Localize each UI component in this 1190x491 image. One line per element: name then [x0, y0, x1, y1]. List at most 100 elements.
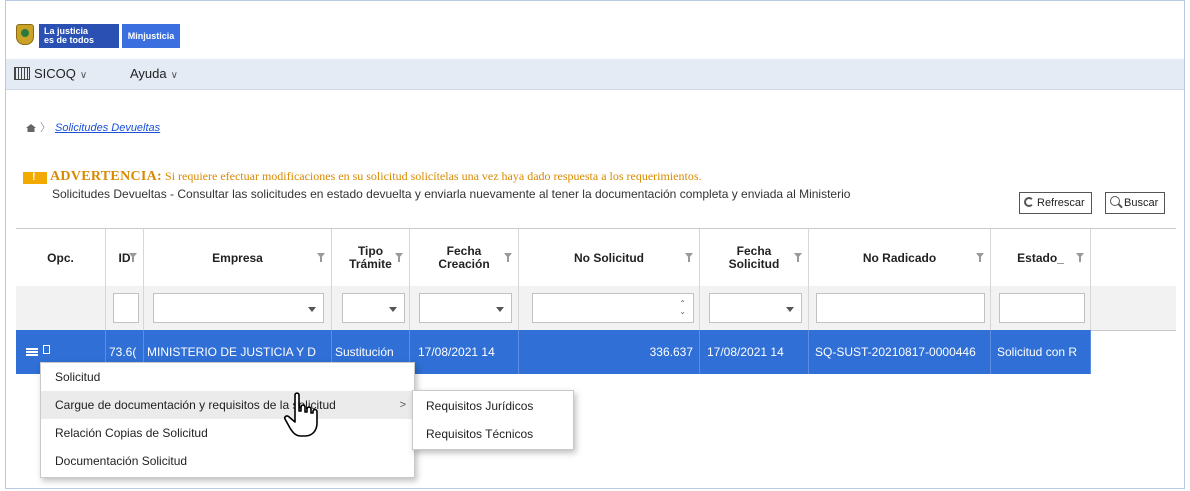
submenu-arrow-icon: > — [399, 399, 406, 411]
context-item-documentacion[interactable]: Documentación Solicitud — [41, 447, 414, 475]
chevron-down-icon: ∨ — [79, 70, 88, 81]
filter-icon[interactable] — [395, 253, 403, 262]
column-header-estado[interactable]: Estado_ — [991, 229, 1091, 287]
search-button[interactable]: Buscar — [1105, 192, 1166, 214]
id-filter-input[interactable] — [113, 293, 139, 323]
column-label: No Radicado — [862, 250, 937, 265]
filter-icon[interactable] — [504, 253, 512, 262]
search-icon — [1110, 196, 1120, 207]
filter-cell — [700, 286, 809, 330]
dropdown-arrow-icon — [496, 307, 504, 312]
empresa-filter-select[interactable] — [153, 293, 324, 323]
menu-bar: SICOQ ∨ Ayuda ∨ — [6, 59, 1184, 90]
column-header-fecha-solicitud[interactable]: Fecha Solicitud — [700, 229, 809, 287]
menu-sicoq[interactable]: SICOQ ∨ — [14, 59, 87, 89]
column-header-no-solicitud[interactable]: No Solicitud — [519, 229, 700, 287]
cell-no-radicado: SQ-SUST-20210817-0000446 — [809, 330, 991, 374]
column-header-fecha-creacion[interactable]: Fecha Creación — [410, 229, 519, 287]
menu-icon[interactable] — [26, 348, 38, 350]
submenu-item-requisitos-tecnicos[interactable]: Requisitos Técnicos — [413, 420, 573, 448]
context-submenu: Requisitos Jurídicos Requisitos Técnicos — [412, 390, 574, 450]
app-grid-icon — [14, 67, 30, 81]
tipo-filter-select[interactable] — [342, 293, 405, 323]
breadcrumb: 〉 Solicitudes Devueltas — [26, 119, 160, 135]
column-label: Empresa — [212, 250, 263, 265]
fecha-creacion-filter-select[interactable] — [419, 293, 512, 323]
filter-cell — [16, 286, 106, 330]
cell-fecha-creacion: 17/08/2021 14 — [410, 330, 519, 374]
column-header-no-radicado[interactable]: No Radicado — [809, 229, 991, 287]
menu-ayuda-label: Ayuda — [130, 66, 167, 81]
breadcrumb-current-link[interactable]: Solicitudes Devueltas — [55, 122, 160, 134]
top-header: La justicia es de todos Minjusticia — [6, 1, 1184, 60]
document-icon[interactable] — [43, 345, 50, 354]
filter-icon[interactable] — [976, 253, 984, 262]
filter-cell — [410, 286, 519, 330]
filter-cell — [106, 286, 144, 330]
submenu-item-requisitos-juridicos[interactable]: Requisitos Jurídicos — [413, 392, 573, 420]
refresh-button[interactable]: Refrescar — [1019, 192, 1092, 214]
filter-cell: ⌃ ⌄ — [519, 286, 700, 330]
context-item-solicitud[interactable]: Solicitud — [41, 363, 414, 391]
column-header-tipo[interactable]: Tipo Trámite — [332, 229, 410, 287]
menu-ayuda[interactable]: Ayuda ∨ — [130, 59, 178, 89]
minjusticia-logo: Minjusticia — [122, 24, 180, 48]
filter-icon[interactable] — [129, 253, 137, 262]
cell-estado: Solicitud con R — [991, 330, 1091, 374]
filter-cell — [991, 286, 1091, 330]
filter-row: ⌃ ⌄ — [16, 286, 1176, 331]
filter-cell — [332, 286, 410, 330]
coat-of-arms-logo — [16, 24, 34, 45]
grid-header: Opc. ID Empresa Tipo Trámite Fecha Creació… — [16, 228, 1176, 288]
context-item-label: Solicitud — [55, 370, 101, 384]
filter-cell — [809, 286, 991, 330]
dropdown-arrow-icon — [389, 307, 397, 312]
filter-icon[interactable] — [317, 253, 325, 262]
column-header-empresa[interactable]: Empresa — [144, 229, 332, 287]
column-header-opc[interactable]: Opc. — [16, 229, 106, 287]
hand-cursor-icon — [283, 392, 318, 437]
refresh-label: Refrescar — [1037, 197, 1085, 209]
refresh-icon — [1024, 197, 1034, 208]
estado-filter-input[interactable] — [999, 293, 1085, 323]
column-label: No Solicitud — [574, 250, 644, 265]
dropdown-arrow-icon — [308, 307, 316, 312]
context-item-label: Relación Copias de Solicitud — [55, 426, 208, 440]
home-icon[interactable] — [26, 124, 36, 132]
spinner-icon[interactable]: ⌃ ⌄ — [679, 300, 686, 316]
page-description: Solicitudes Devueltas - Consultar las so… — [52, 187, 851, 201]
logo-line2: es de todos — [44, 35, 95, 45]
chevron-down-icon: ∨ — [170, 70, 178, 81]
menu-sicoq-label: SICOQ — [34, 66, 76, 81]
row-context-menu: Solicitud Cargue de documentación y requ… — [40, 362, 415, 478]
filter-cell — [144, 286, 332, 330]
submenu-item-label: Requisitos Técnicos — [426, 427, 534, 441]
la-justicia-logo: La justicia es de todos — [39, 24, 119, 48]
search-label: Buscar — [1124, 197, 1159, 209]
context-item-cargue-documentacion[interactable]: Cargue de documentación y requisitos de … — [41, 391, 414, 419]
warning-text: Si requiere efectuar modificaciones en s… — [165, 169, 702, 183]
column-label: Fecha Solicitud — [728, 244, 780, 271]
warning-title: ADVERTENCIA: — [50, 169, 163, 184]
column-label: Fecha Creación — [438, 244, 490, 271]
context-item-relacion-copias[interactable]: Relación Copias de Solicitud — [41, 419, 414, 447]
cell-fecha-solicitud: 17/08/2021 14 — [700, 330, 809, 374]
column-label: Opc. — [47, 250, 74, 265]
warning-icon — [23, 172, 47, 184]
filter-icon[interactable] — [1076, 253, 1084, 262]
requests-grid: Opc. ID Empresa Tipo Trámite Fecha Creació… — [16, 228, 1176, 374]
no-solicitud-filter-input[interactable]: ⌃ ⌄ — [532, 293, 694, 323]
no-radicado-filter-input[interactable] — [816, 293, 985, 323]
breadcrumb-separator: 〉 — [40, 122, 51, 134]
submenu-item-label: Requisitos Jurídicos — [426, 399, 534, 413]
column-label: Tipo Trámite — [349, 244, 392, 271]
column-header-id[interactable]: ID — [106, 229, 144, 287]
filter-icon[interactable] — [685, 253, 693, 262]
column-label: Estado_ — [1017, 250, 1064, 265]
warning-message: ADVERTENCIA: Si requiere efectuar modifi… — [50, 169, 702, 185]
fecha-solicitud-filter-select[interactable] — [709, 293, 802, 323]
context-item-label: Documentación Solicitud — [55, 454, 188, 468]
filter-icon[interactable] — [794, 253, 802, 262]
dropdown-arrow-icon — [786, 307, 794, 312]
cell-no-solicitud: 336.637 — [519, 330, 700, 374]
